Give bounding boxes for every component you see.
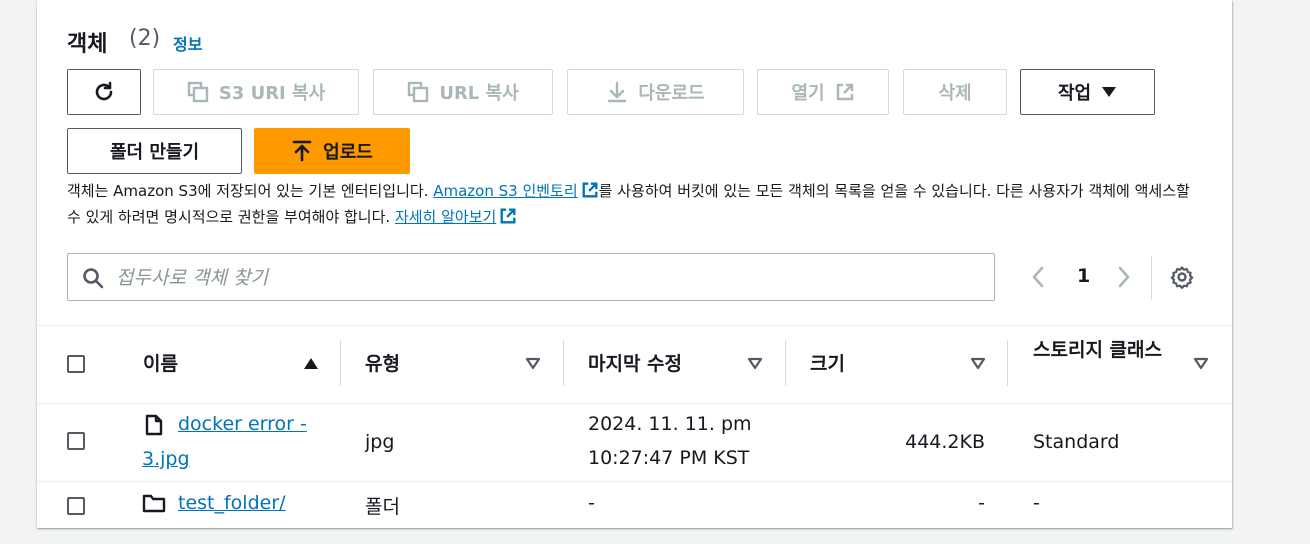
page-title: 객체 — [67, 32, 108, 57]
copy-icon — [187, 81, 209, 103]
delete-label: 삭제 — [938, 83, 972, 104]
delete-button[interactable]: 삭제 — [903, 69, 1007, 115]
download-icon — [608, 81, 627, 103]
column-divider — [340, 340, 341, 386]
chevron-right-icon[interactable] — [1117, 265, 1131, 289]
gear-icon[interactable] — [1170, 265, 1194, 289]
search-icon — [83, 268, 104, 289]
column-divider — [785, 340, 786, 386]
upload-label: 업로드 — [323, 142, 373, 163]
copy-s3-uri-button[interactable]: S3 URI 복사 — [153, 69, 359, 115]
object-name-link-continued[interactable]: 3.jpg — [142, 448, 190, 470]
object-last-modified: - — [588, 492, 595, 514]
row-divider — [37, 481, 1232, 482]
column-divider — [563, 340, 564, 386]
objects-panel: 객체 (2) 정보 S3 URI 복사 URL 복사 다운로드 열기 삭제 작업… — [37, 0, 1232, 528]
current-page[interactable]: 1 — [1077, 265, 1090, 287]
description-text-1: 객체는 Amazon S3에 저장되어 있는 기본 엔터티입니다. — [67, 182, 434, 200]
copy-icon — [408, 81, 429, 103]
search-box — [67, 253, 995, 302]
select-all-checkbox[interactable] — [67, 355, 85, 373]
object-type: jpg — [365, 431, 395, 453]
object-size: 444.2KB — [905, 431, 985, 453]
column-header-size[interactable]: 크기 — [810, 349, 845, 376]
learn-more-link[interactable]: 자세히 알아보기 — [395, 208, 517, 226]
object-name-link[interactable]: docker error - — [178, 413, 307, 435]
create-folder-button[interactable]: 폴더 만들기 — [67, 128, 242, 174]
object-storage-class: - — [1033, 492, 1040, 514]
sort-caret-icon[interactable] — [525, 357, 541, 370]
object-last-modified: 2024. 11. 11. pm — [588, 413, 752, 435]
column-header-name[interactable]: 이름 — [143, 349, 178, 376]
column-header-storage-class[interactable]: 스토리지 클래스 — [1033, 336, 1173, 364]
search-input[interactable] — [114, 254, 978, 302]
copy-url-button[interactable]: URL 복사 — [373, 69, 553, 115]
create-folder-label: 폴더 만들기 — [109, 142, 200, 163]
actions-label: 작업 — [1057, 83, 1092, 104]
sort-caret-icon[interactable] — [970, 357, 986, 370]
external-link-icon — [836, 83, 853, 101]
sort-ascending-icon[interactable] — [303, 357, 319, 370]
folder-name-link[interactable]: test_folder/ — [178, 492, 286, 514]
open-label: 열기 — [791, 83, 825, 104]
divider — [1151, 256, 1152, 300]
object-storage-class: Standard — [1033, 431, 1120, 453]
row-checkbox[interactable] — [67, 497, 85, 515]
object-type: 폴더 — [365, 496, 400, 518]
external-link-icon — [582, 182, 598, 198]
row-checkbox[interactable] — [67, 432, 85, 450]
column-header-type[interactable]: 유형 — [365, 349, 400, 376]
folder-icon — [142, 494, 166, 513]
column-divider — [1007, 340, 1008, 386]
sort-caret-icon[interactable] — [1193, 357, 1209, 370]
info-link[interactable]: 정보 — [173, 31, 202, 55]
open-button[interactable]: 열기 — [757, 69, 889, 115]
refresh-icon — [95, 81, 113, 101]
objects-description: 객체는 Amazon S3에 저장되어 있는 기본 엔터티입니다. Amazon… — [67, 178, 1192, 230]
object-count: (2) — [129, 26, 161, 51]
upload-button[interactable]: 업로드 — [254, 128, 410, 174]
copy-url-label: URL 복사 — [439, 83, 519, 104]
external-link-icon — [500, 208, 516, 224]
upload-icon — [292, 140, 312, 162]
refresh-button[interactable] — [67, 69, 141, 115]
inventory-link[interactable]: Amazon S3 인벤토리 — [433, 182, 598, 200]
copy-s3-uri-label: S3 URI 복사 — [218, 83, 326, 104]
download-label: 다운로드 — [638, 83, 705, 104]
object-size: - — [978, 492, 985, 514]
chevron-left-icon[interactable] — [1031, 265, 1045, 289]
table-header: 이름 유형 마지막 수정 크기 스토리지 클래스 — [37, 325, 1232, 404]
download-button[interactable]: 다운로드 — [567, 69, 744, 115]
object-last-modified-time: 10:27:47 PM KST — [588, 447, 750, 469]
actions-dropdown[interactable]: 작업 — [1020, 69, 1155, 115]
caret-down-icon — [1102, 87, 1117, 97]
column-header-last-modified[interactable]: 마지막 수정 — [588, 349, 682, 376]
file-icon — [145, 414, 163, 436]
sort-caret-icon[interactable] — [747, 357, 763, 370]
